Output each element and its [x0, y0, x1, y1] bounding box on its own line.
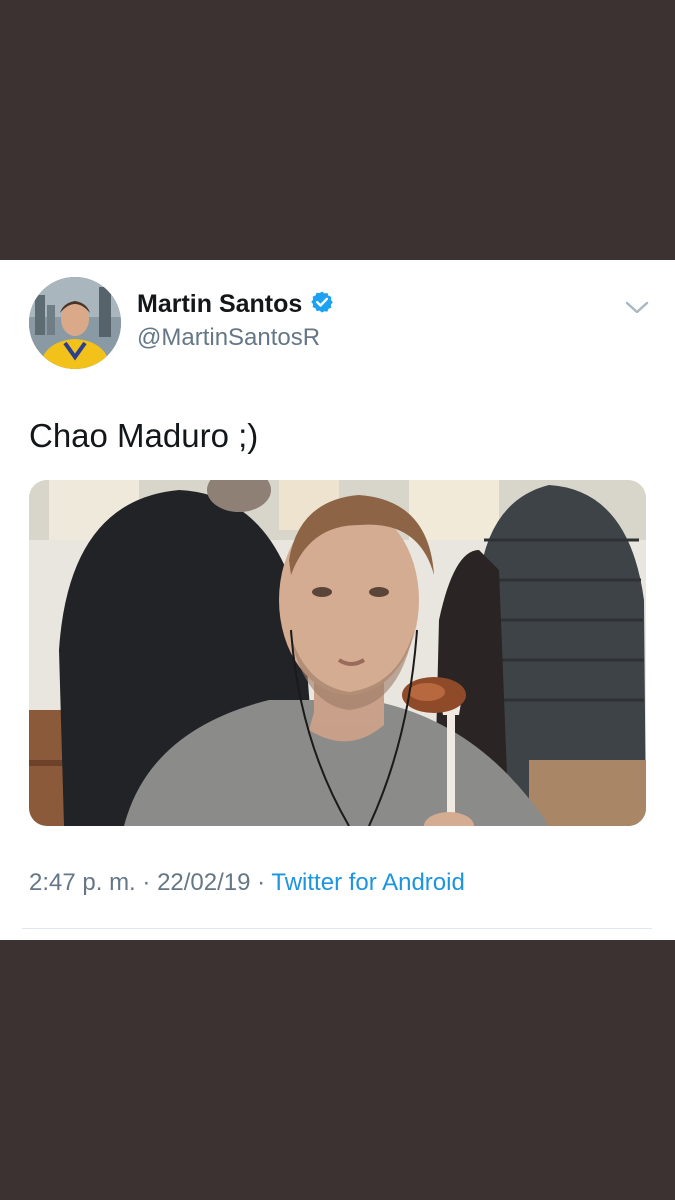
- tweet-source-link[interactable]: Twitter for Android: [271, 869, 464, 896]
- meta-separator: ·: [250, 869, 272, 896]
- verified-badge-icon: [310, 290, 334, 319]
- tweet-meta: 2:47 p. m. · 22/02/19 · Twitter for Andr…: [29, 869, 465, 897]
- author-handle[interactable]: @MartinSantosR: [137, 324, 320, 352]
- tweet-date[interactable]: 22/02/19: [157, 869, 250, 896]
- divider: [22, 928, 652, 929]
- avatar[interactable]: [29, 277, 121, 369]
- tweet-photo[interactable]: [29, 480, 646, 826]
- avatar-image: [29, 277, 121, 369]
- tweet-text: Chao Maduro ;): [29, 417, 259, 454]
- photo-image: [29, 480, 646, 826]
- author-row: Martin Santos: [137, 290, 334, 319]
- meta-separator: ·: [135, 869, 158, 896]
- tweet-time[interactable]: 2:47 p. m.: [29, 869, 136, 896]
- author-name[interactable]: Martin Santos: [137, 290, 302, 319]
- chevron-down-icon[interactable]: [624, 298, 650, 318]
